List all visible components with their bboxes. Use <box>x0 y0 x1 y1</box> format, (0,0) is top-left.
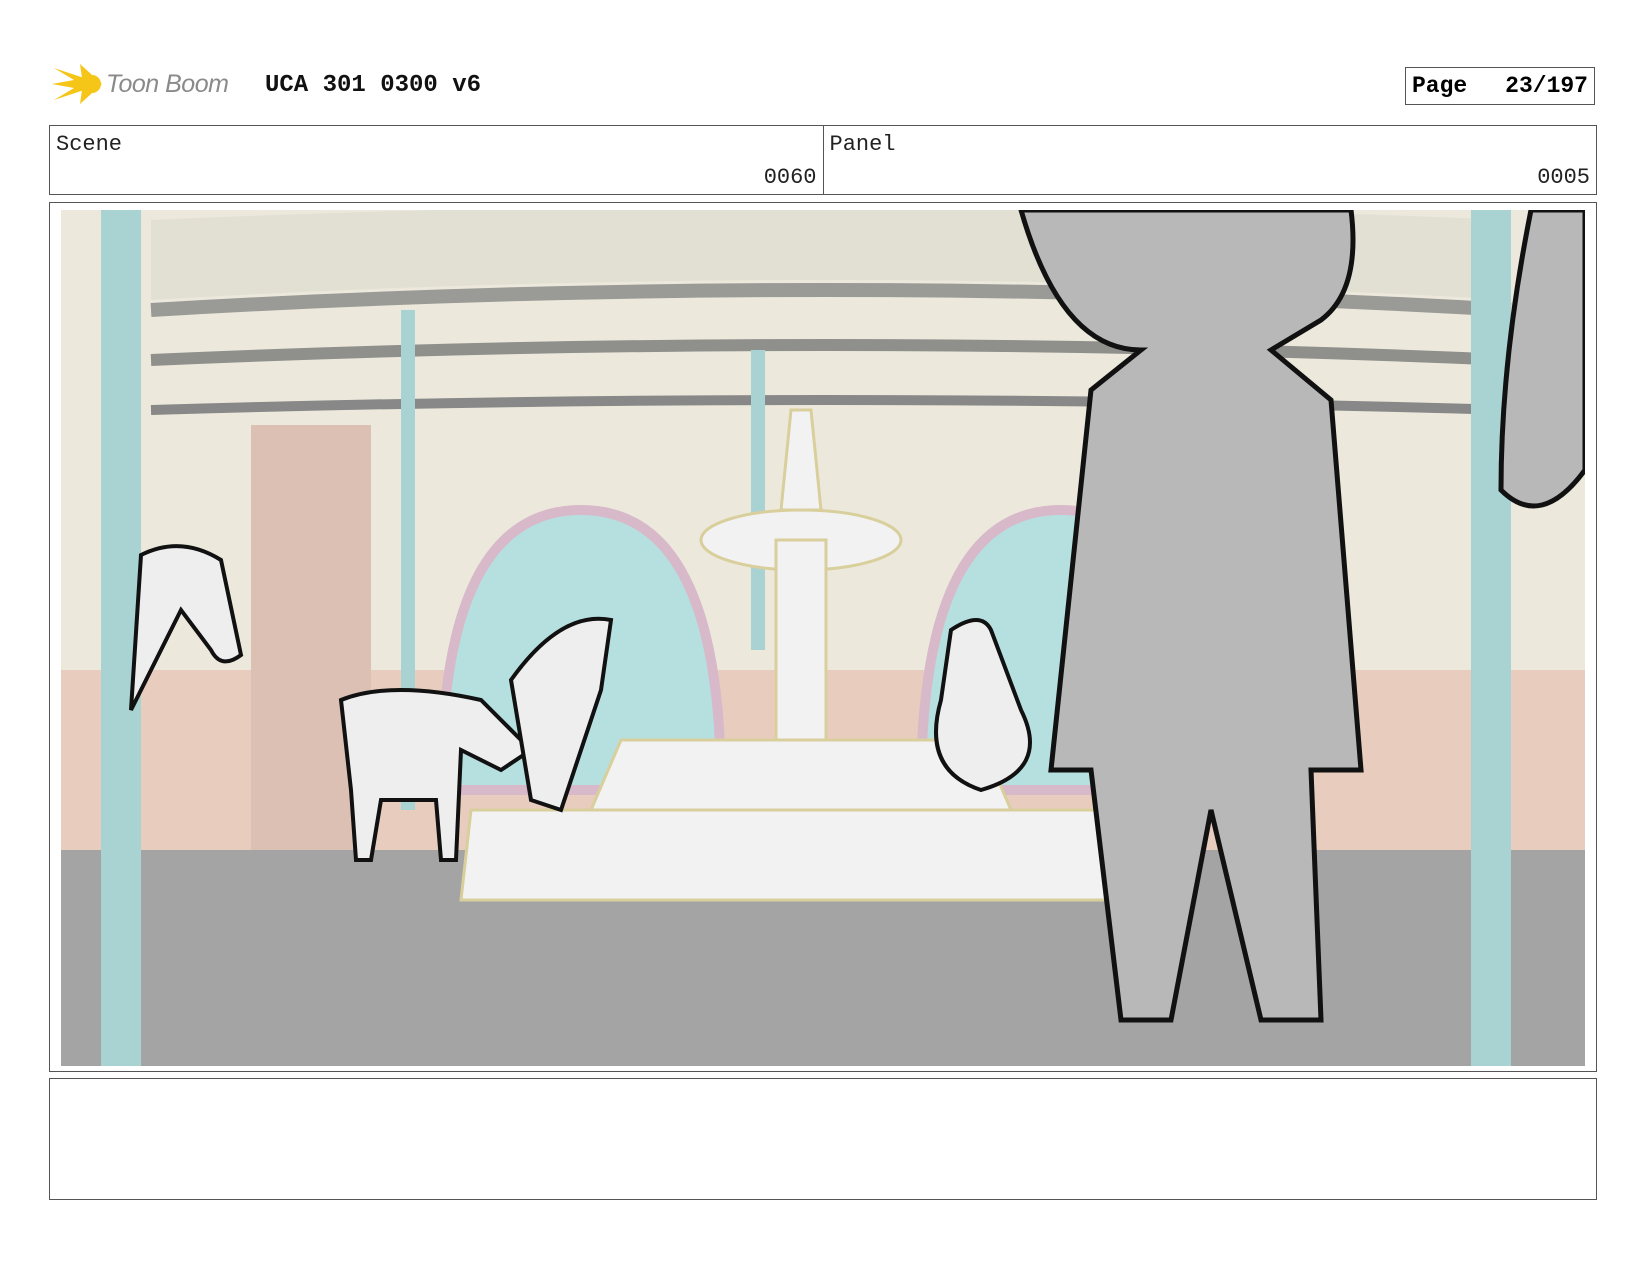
project-title: UCA 301 0300 v6 <box>265 72 482 99</box>
toon-boom-logo: Toon Boom <box>52 60 229 108</box>
storyboard-page: Toon Boom UCA 301 0300 v6 Page 23/197 Sc… <box>0 0 1648 1276</box>
scene-label: Scene <box>56 132 123 157</box>
scene-value: 0060 <box>763 165 817 190</box>
logo-text: Toon Boom <box>106 69 229 98</box>
panel-label: Panel <box>829 132 896 157</box>
panel-value: 0005 <box>1537 165 1590 190</box>
panel-cell: Panel 0005 <box>822 126 1597 194</box>
page-counter: Page 23/197 <box>1405 67 1595 105</box>
panel-frame <box>49 202 1597 1072</box>
page-label: Page <box>1412 73 1468 99</box>
page-value: 23/197 <box>1505 73 1588 99</box>
scene-cell: Scene 0060 <box>50 126 823 194</box>
dialogue-box <box>49 1078 1597 1200</box>
panel-artwork <box>61 210 1585 1066</box>
starburst-icon <box>52 64 102 104</box>
scene-panel-info: Scene 0060 Panel 0005 <box>49 125 1597 195</box>
